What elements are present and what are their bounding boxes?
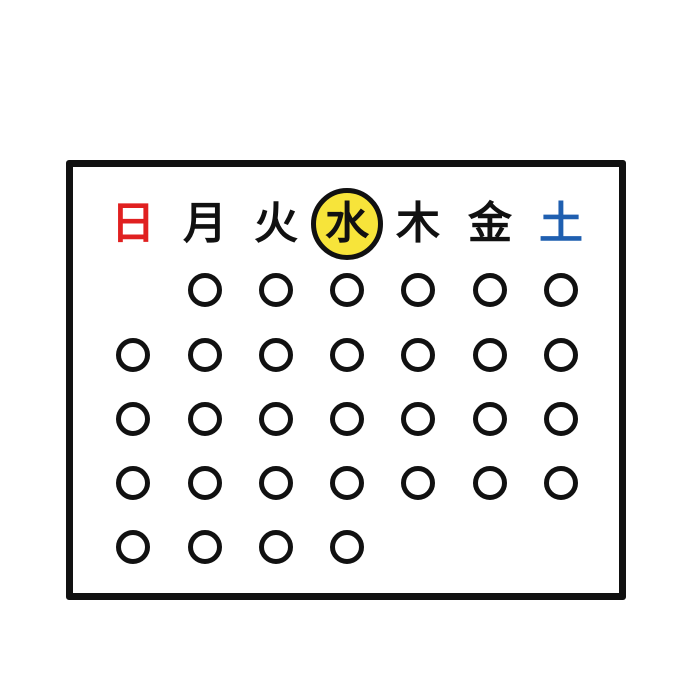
day-circle	[473, 402, 507, 436]
weekday-label-sunday: 日	[111, 198, 155, 249]
day-circle	[330, 273, 364, 307]
day-circle	[116, 466, 150, 500]
day-circle	[259, 466, 293, 500]
day-circle	[188, 466, 222, 500]
day-circle	[116, 402, 150, 436]
day-circle	[188, 530, 222, 564]
day-circle	[188, 273, 222, 307]
weekday-label-thursday: 木	[396, 198, 440, 249]
weekday-label-saturday: 土	[539, 198, 583, 249]
weekday-label-friday: 金	[468, 198, 512, 249]
day-circle	[259, 273, 293, 307]
day-circle	[544, 402, 578, 436]
day-circle	[330, 530, 364, 564]
weekday-label-wednesday: 水	[311, 188, 383, 260]
day-circle	[116, 338, 150, 372]
day-circle	[473, 338, 507, 372]
day-circle	[473, 466, 507, 500]
day-circle	[544, 466, 578, 500]
weekday-label-monday: 月	[183, 198, 227, 249]
day-circle	[259, 338, 293, 372]
day-circle	[401, 466, 435, 500]
day-circle	[401, 402, 435, 436]
day-circle	[116, 530, 150, 564]
day-circle	[401, 338, 435, 372]
day-circle	[401, 273, 435, 307]
day-circle	[188, 338, 222, 372]
day-circle	[544, 273, 578, 307]
day-circle	[188, 402, 222, 436]
weekday-label-tuesday: 火	[254, 198, 298, 249]
day-circle	[330, 338, 364, 372]
day-circle	[330, 466, 364, 500]
day-circle	[544, 338, 578, 372]
day-circle	[473, 273, 507, 307]
day-circle	[259, 530, 293, 564]
day-circle	[330, 402, 364, 436]
day-circle	[259, 402, 293, 436]
